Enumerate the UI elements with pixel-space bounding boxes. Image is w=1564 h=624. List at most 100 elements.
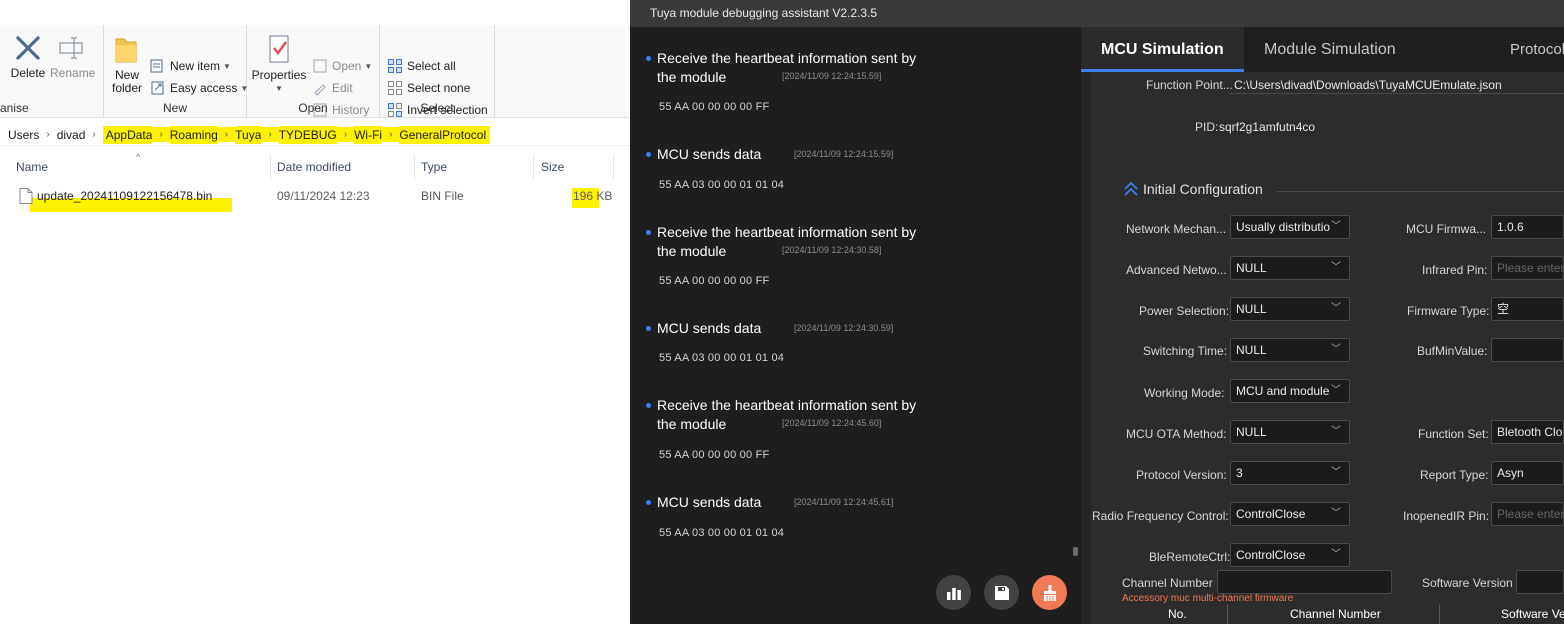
select-all-button[interactable]: Select all	[387, 56, 456, 76]
column-header-size[interactable]: Size	[541, 160, 564, 174]
column-header-type[interactable]: Type	[421, 160, 447, 174]
chevron-right-icon[interactable]: ›	[46, 127, 49, 142]
advanced-network-label: Advanced Netwo...	[1126, 263, 1227, 277]
easy-access-icon	[151, 81, 164, 95]
radio-frequency-control-select[interactable]: ControlClose ﹀	[1230, 502, 1350, 526]
accessory-note: Accessory muc multi-channel firmware	[1122, 593, 1294, 604]
easy-access-button[interactable]: Easy access ▼	[150, 78, 248, 98]
power-selection-select[interactable]: NULL ﹀	[1230, 297, 1350, 321]
infrared-pin-input[interactable]: Please enter t	[1491, 256, 1564, 280]
column-header-name[interactable]: Name	[16, 160, 48, 174]
inopened-ir-pin-input[interactable]: Please enter t	[1491, 502, 1564, 526]
working-mode-select[interactable]: MCU and module ﹀	[1230, 379, 1350, 403]
mcu-firmware-label: MCU Firmwa...	[1406, 222, 1486, 236]
new-folder-button[interactable]: New folder	[110, 33, 142, 95]
breadcrumb-item-tuya[interactable]: Tuya	[235, 125, 262, 144]
select-value: NULL	[1236, 343, 1267, 357]
ribbon-group-open: Properties ▼ Open ▼ Edit History Open	[247, 25, 380, 118]
folder-icon	[115, 38, 137, 63]
select-none-button[interactable]: Select none	[387, 78, 470, 98]
function-point-path[interactable]: C:\Users\divad\Downloads\TuyaMCUEmulate.…	[1234, 78, 1502, 92]
chevron-right-icon[interactable]: ›	[261, 127, 279, 142]
network-mechanism-select[interactable]: Usually distributio ﹀	[1230, 215, 1350, 239]
chevron-down-icon: ▼	[364, 61, 373, 71]
column-divider[interactable]	[533, 154, 534, 180]
tab-strip: MCU Simulation Module Simulation Protoco…	[1081, 27, 1564, 72]
input-value: Bletooth Clos	[1497, 425, 1564, 439]
advanced-network-select[interactable]: NULL ﹀	[1230, 256, 1350, 280]
function-set-select[interactable]: Bletooth Clos	[1491, 420, 1564, 444]
group-label-select: Select	[420, 101, 454, 115]
chevron-down-icon: ﹀	[1331, 385, 1341, 396]
breadcrumb-item-wifi[interactable]: Wi-Fi	[354, 125, 383, 144]
delete-button[interactable]: Delete	[8, 33, 48, 80]
pid-value: sqrf2g1amfutn4co	[1219, 120, 1316, 134]
file-row[interactable]: update_20241109122156478.bin 09/11/2024 …	[0, 185, 630, 212]
firmware-type-select[interactable]: 空	[1491, 297, 1564, 321]
protocol-version-label: Protocol Version:	[1136, 468, 1227, 482]
initial-configuration-header[interactable]: Initial Configuration	[1123, 181, 1263, 197]
log-entry-time: [2024/11/09 12:24:45.61]	[794, 497, 894, 507]
chevron-right-icon[interactable]: ›	[217, 127, 236, 142]
log-scrollbar-thumb[interactable]	[1073, 547, 1078, 556]
column-divider[interactable]	[613, 154, 614, 180]
clear-log-button[interactable]	[1032, 575, 1067, 610]
new-item-icon	[150, 59, 163, 73]
breadcrumb-item-appdata[interactable]: AppData	[102, 125, 153, 144]
mcu-ota-method-select[interactable]: NULL ﹀	[1230, 420, 1350, 444]
file-name[interactable]: update_20241109122156478.bin	[37, 189, 212, 203]
log-pane[interactable]: Receive the heartbeat information sent b…	[630, 27, 1080, 624]
ribbon-toolbar: Delete Rename anise New folder New item …	[0, 25, 630, 118]
ribbon-group-select: Select all Select none Invert selection …	[380, 25, 495, 118]
breadcrumb-item-divad[interactable]: divad	[57, 126, 86, 144]
statistics-button[interactable]	[936, 575, 971, 610]
breadcrumb-item-tydebug[interactable]: TYDEBUG	[278, 125, 337, 144]
input-placeholder: Please enter t	[1497, 507, 1564, 521]
chevron-right-icon[interactable]: ›	[336, 127, 355, 142]
rename-button[interactable]: Rename	[50, 33, 95, 80]
column-header-date-modified[interactable]: Date modified	[277, 160, 351, 174]
ribbon-group-organise: Delete Rename anise	[0, 25, 104, 118]
tab-protocol[interactable]: Protocol	[1490, 27, 1564, 72]
input-value: Asyn	[1497, 466, 1524, 480]
properties-button[interactable]: Properties ▼	[251, 33, 307, 95]
column-divider[interactable]	[270, 154, 271, 180]
group-label-new: New	[162, 101, 187, 115]
breadcrumb-item-generalprotocol[interactable]: GeneralProtocol	[399, 125, 491, 144]
section-divider	[1277, 191, 1564, 192]
properties-icon	[269, 35, 289, 63]
network-mechanism-label: Network Mechan...	[1126, 222, 1227, 236]
switching-time-select[interactable]: NULL ﹀	[1230, 338, 1350, 362]
protocol-version-select[interactable]: 3 ﹀	[1230, 461, 1350, 485]
file-explorer-window: Delete Rename anise New folder New item …	[0, 0, 630, 624]
firmware-type-label: Firmware Type:	[1407, 304, 1490, 318]
channel-number-input[interactable]	[1217, 570, 1392, 594]
mcu-firmware-input[interactable]: 1.0.6	[1491, 215, 1564, 239]
chevron-right-icon[interactable]: ›	[382, 127, 400, 142]
channel-number-label: Channel Number	[1122, 576, 1213, 590]
working-mode-label: Working Mode:	[1144, 386, 1225, 400]
tab-module-simulation[interactable]: Module Simulation	[1244, 27, 1416, 72]
breadcrumb-item-roaming[interactable]: Roaming	[169, 125, 218, 144]
breadcrumb-item-users[interactable]: Users	[8, 126, 39, 144]
open-button[interactable]: Open ▼	[312, 56, 372, 76]
window-title[interactable]: Tuya module debugging assistant V2.2.3.5	[630, 0, 1564, 27]
log-entry-hex: 55 AA 00 00 00 00 FF	[659, 101, 770, 113]
software-version-input[interactable]	[1516, 570, 1564, 594]
software-version-label: Software Version	[1422, 576, 1513, 590]
tab-mcu-simulation[interactable]: MCU Simulation	[1081, 27, 1244, 72]
new-item-button[interactable]: New item ▼	[150, 56, 231, 76]
chevron-right-icon[interactable]: ›	[92, 127, 95, 142]
ble-remote-ctrl-select[interactable]: ControlClose ﹀	[1230, 543, 1350, 567]
column-divider[interactable]	[414, 154, 415, 180]
delete-x-icon	[16, 36, 40, 60]
report-type-select[interactable]: Asyn	[1491, 461, 1564, 485]
select-none-icon	[388, 81, 402, 95]
buf-min-value-input[interactable]	[1491, 338, 1564, 362]
function-set-label: Function Set:	[1418, 427, 1489, 441]
chevron-right-icon[interactable]: ›	[152, 127, 170, 142]
report-type-label: Report Type:	[1420, 468, 1489, 482]
edit-button[interactable]: Edit	[312, 78, 353, 98]
breadcrumb[interactable]: Users › divad › AppData › Roaming › Tuya…	[0, 124, 630, 146]
save-log-button[interactable]	[984, 575, 1019, 610]
